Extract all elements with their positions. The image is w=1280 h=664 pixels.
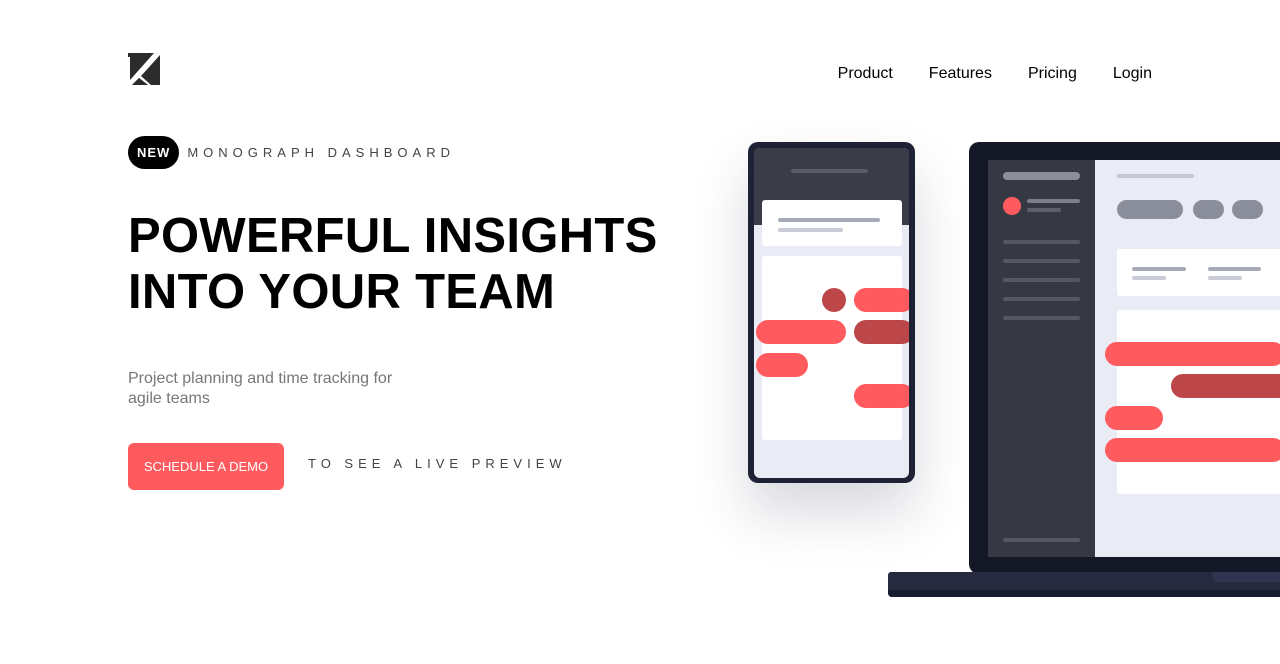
laptop-base-notch — [1212, 572, 1280, 582]
phone-illustration — [748, 142, 915, 483]
timeline-bar — [756, 353, 808, 377]
hero-headline: POWERFUL INSIGHTS INTO YOUR TEAM — [128, 208, 688, 320]
product-name: MONOGRAPH DASHBOARD — [187, 145, 455, 160]
timeline-bar — [756, 320, 846, 344]
monograph-logo-icon[interactable] — [128, 53, 160, 85]
timeline-dot — [822, 288, 846, 312]
phone-summary-card — [762, 200, 902, 246]
timeline-bar — [854, 320, 909, 344]
hero-eyebrow: NEW MONOGRAPH DASHBOARD — [128, 136, 455, 169]
avatar — [1003, 197, 1021, 215]
laptop-sidebar — [988, 160, 1095, 557]
schedule-demo-button[interactable]: SCHEDULE A DEMO — [128, 443, 284, 490]
hero-subtitle: Project planning and time tracking for a… — [128, 370, 393, 407]
new-badge: NEW — [128, 136, 180, 169]
laptop-timeline-card — [1105, 310, 1280, 494]
cta-note: TO SEE A LIVE PREVIEW — [308, 456, 567, 471]
headline-line-1: POWERFUL INSIGHTS — [128, 209, 658, 263]
timeline-bar — [1105, 406, 1163, 430]
headline-line-2: INTO YOUR TEAM — [128, 265, 556, 319]
timeline-bar — [1171, 374, 1280, 398]
nav-product[interactable]: Product — [838, 64, 893, 83]
nav-features[interactable]: Features — [929, 64, 992, 83]
timeline-bar — [854, 384, 909, 408]
timeline-bar — [1105, 342, 1280, 366]
timeline-bar — [1105, 438, 1280, 462]
laptop-base-edge — [888, 590, 1280, 597]
phone-screen — [754, 148, 909, 478]
main-nav: Product Features Pricing Login — [838, 64, 1152, 83]
phone-timeline-card — [756, 256, 909, 440]
nav-pricing[interactable]: Pricing — [1028, 64, 1077, 83]
laptop-screen — [988, 160, 1280, 557]
nav-login[interactable]: Login — [1113, 64, 1152, 83]
timeline-bar — [854, 288, 909, 312]
laptop-stats-card — [1117, 249, 1280, 296]
